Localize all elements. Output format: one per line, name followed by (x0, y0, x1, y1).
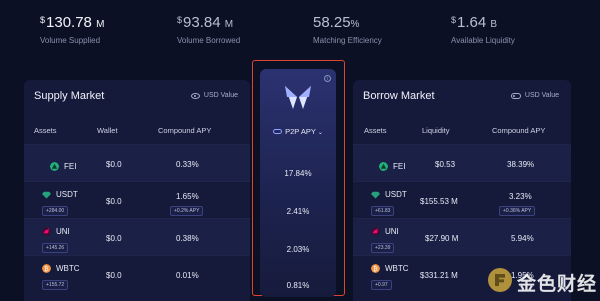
supply-market-title: Supply Market (34, 90, 105, 102)
asset-symbol: USDT (56, 190, 78, 199)
usd-value-toggle[interactable]: USD Value (190, 92, 238, 99)
apy-boost-badge: +0.36% APY (499, 206, 536, 216)
wallet-value: $0.0 (106, 197, 122, 206)
wallet-value: $0.0 (106, 271, 122, 280)
borrow-market-title: Borrow Market (363, 90, 435, 102)
bitcoin-icon: ₿ (42, 264, 51, 273)
tether-diamond-icon (42, 191, 51, 199)
liquidity-value: $155.53 M (420, 197, 458, 206)
stat-label: Volume Borrowed (177, 36, 241, 45)
table-row[interactable]: ₿ WBTC +155.72 $0.0 0.01% (24, 255, 250, 292)
stat-label: Matching Efficiency (313, 36, 382, 45)
chevron-down-icon: ⌄ (317, 130, 323, 136)
column-header-compound-apy: Compound APY (158, 126, 212, 135)
stat-value: 93.84 (183, 14, 221, 31)
wallet-value: $0.0 (106, 160, 122, 169)
table-row[interactable]: FEI $0.0 0.33% (24, 144, 250, 181)
asset-symbol: UNI (56, 227, 70, 236)
p2p-apy-value: 0.81% (286, 281, 310, 290)
borrow-column-headers: Assets Liquidity Compound APY (353, 114, 571, 144)
balance-badge: +61.83 (371, 206, 395, 216)
wallet-value: $0.0 (106, 234, 122, 243)
watermark: 金色财经 (488, 266, 598, 296)
svg-text:₿: ₿ (373, 265, 378, 273)
compound-apy-value: 3.23% (509, 192, 532, 201)
stat-value: 130.78 (46, 14, 92, 31)
compound-apy-value: 0.01% (176, 271, 199, 280)
column-header-liquidity: Liquidity (422, 126, 450, 135)
table-row[interactable]: UNI +145.26 $0.0 0.38% (24, 218, 250, 255)
stat-value: 1.64 (457, 14, 487, 31)
toggle-icon (510, 92, 521, 99)
p2p-apy-highlight: i P2P APY ⌄ 17.84% 2.41% 2.03% 0.81% (252, 60, 345, 297)
column-header-assets: Assets (364, 126, 387, 135)
asset-symbol: WBTC (56, 264, 80, 273)
asset-symbol: FEI (393, 162, 406, 171)
unicorn-icon (42, 227, 51, 236)
bitcoin-icon: ₿ (371, 264, 380, 273)
p2p-apy-column: i P2P APY ⌄ 17.84% 2.41% 2.03% 0.81% (260, 69, 336, 297)
wallet-balance-badge: +284.00 (42, 206, 69, 216)
stat-volume-borrowed: $93.84 M Volume Borrowed (177, 14, 241, 45)
balance-badge: +0.97 (371, 280, 392, 290)
liquidity-value: $27.90 M (425, 234, 459, 243)
asset-symbol: FEI (64, 162, 77, 171)
wallet-balance-badge: +145.26 (42, 243, 69, 253)
p2p-apy-value: 2.41% (286, 207, 310, 216)
stats-bar: $130.78 M Volume Supplied $93.84 M Volum… (0, 14, 600, 54)
table-row[interactable]: USDT +284.00 $0.0 1.65% +0.2% APY (24, 181, 250, 218)
compound-apy-value: 38.39% (507, 160, 535, 169)
eye-icon (190, 92, 200, 99)
compound-apy-value: 5.94% (511, 234, 534, 243)
stat-label: Volume Supplied (40, 36, 101, 45)
column-header-assets: Assets (34, 126, 57, 135)
p2p-apy-value: 17.84% (284, 169, 312, 178)
wallet-balance-badge: +155.72 (42, 280, 69, 290)
fei-triangle-icon (50, 162, 59, 171)
liquidity-value: $0.53 (435, 160, 456, 169)
svg-text:₿: ₿ (44, 265, 49, 273)
stat-available-liquidity: $1.64 B Available Liquidity (451, 14, 515, 45)
watermark-text: 金色财经 (517, 274, 598, 295)
table-row[interactable]: UNI +23.39 $27.90 M 5.94% (353, 218, 571, 255)
p2p-apy-value: 2.03% (286, 245, 310, 254)
column-header-wallet: Wallet (97, 126, 118, 135)
asset-symbol: WBTC (385, 264, 409, 273)
table-row[interactable]: FEI $0.53 38.39% (353, 144, 571, 181)
balance-badge: +23.39 (371, 243, 395, 253)
compound-apy-value: 0.33% (176, 160, 199, 169)
coin-logo-icon (488, 268, 512, 292)
apy-boost-badge: +0.2% APY (170, 206, 204, 216)
liquidity-value: $331.21 M (420, 271, 458, 280)
supply-column-headers: Assets Wallet Compound APY (24, 114, 250, 144)
stat-matching-efficiency: 58.25% Matching Efficiency (313, 14, 382, 45)
info-icon[interactable]: i (324, 75, 331, 82)
toggle-icon (273, 129, 283, 134)
stat-volume-supplied: $130.78 M Volume Supplied (40, 14, 105, 45)
asset-symbol: USDT (385, 190, 407, 199)
fei-triangle-icon (379, 162, 388, 171)
p2p-apy-header[interactable]: P2P APY ⌄ (260, 127, 336, 136)
column-header-compound-apy: Compound APY (492, 126, 546, 135)
tether-diamond-icon (371, 191, 380, 199)
table-row[interactable]: USDT +61.83 $155.53 M 3.23% +0.36% APY (353, 181, 571, 218)
unicorn-icon (371, 227, 380, 236)
compound-apy-value: 1.65% (176, 192, 199, 201)
supply-market-panel: Supply Market USD Value Assets Wallet Co… (24, 80, 250, 301)
compound-apy-value: 0.38% (176, 234, 199, 243)
stat-label: Available Liquidity (451, 36, 515, 45)
stat-value: 58.25 (313, 14, 351, 31)
asset-symbol: UNI (385, 227, 399, 236)
usd-value-toggle[interactable]: USD Value (510, 92, 559, 99)
butterfly-logo (285, 86, 311, 109)
